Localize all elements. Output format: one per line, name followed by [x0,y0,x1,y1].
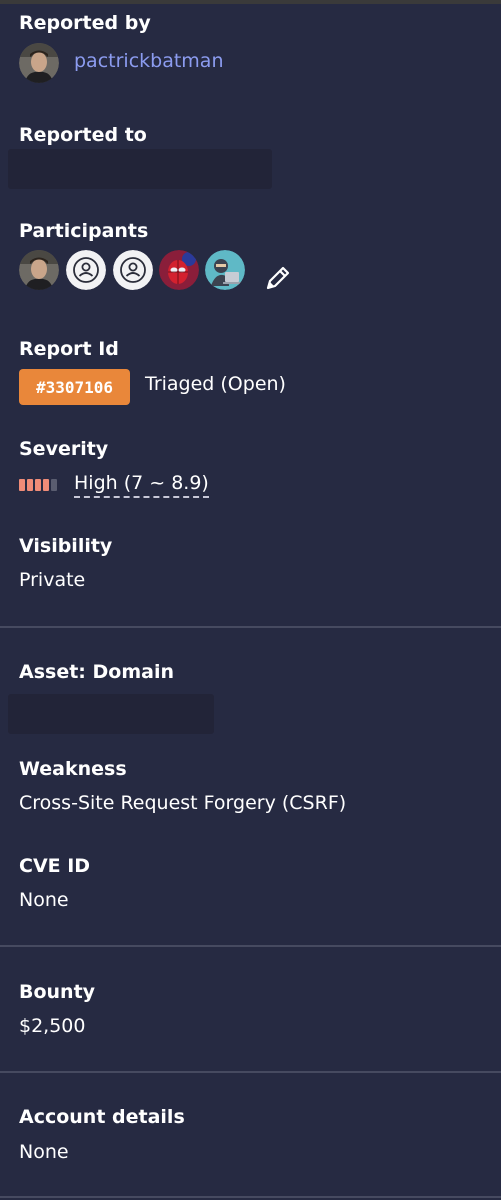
hacker-avatar[interactable] [205,250,245,290]
severity-segment-filled [27,479,33,491]
visibility-label: Visibility [19,535,113,557]
cve-id-label: CVE ID [19,855,91,877]
account-details-label: Account details [19,1106,185,1128]
weakness-label: Weakness [19,758,127,780]
severity-segment-empty [51,479,57,491]
report-id-label: Report Id [19,338,119,360]
redacted-program-name [8,149,272,189]
top-edge [0,0,501,4]
participant-avatar-photo[interactable] [19,250,59,290]
account-details-value: None [19,1141,69,1163]
reported-to-label: Reported to [19,124,147,146]
reported-by-label: Reported by [19,12,151,34]
section-divider [0,1196,501,1198]
cve-id-value: None [19,889,69,911]
severity-segment-filled [19,479,25,491]
severity-meter [19,479,60,491]
spider-man-avatar[interactable] [159,250,199,290]
reporter-username-link[interactable]: pactrickbatman [74,50,224,72]
severity-label: Severity [19,438,109,460]
section-divider [0,945,501,947]
section-divider [0,1071,501,1073]
report-id-badge[interactable]: #3307106 [19,369,130,405]
severity-rating[interactable]: High (7 ~ 8.9) [74,472,209,498]
default-user-icon[interactable] [66,250,106,290]
default-user-icon[interactable] [113,250,153,290]
severity-segment-filled [35,479,41,491]
visibility-value: Private [19,569,86,591]
pencil-icon[interactable] [262,262,294,294]
severity-segment-filled [43,479,49,491]
reporter-avatar[interactable] [19,43,59,83]
participants-label: Participants [19,220,149,242]
bounty-label: Bounty [19,981,96,1003]
report-state: Triaged (Open) [145,373,286,395]
section-divider [0,626,501,628]
redacted-asset-domain [8,694,214,734]
asset-label: Asset: Domain [19,661,174,683]
bounty-value: $2,500 [19,1015,86,1037]
weakness-value: Cross-Site Request Forgery (CSRF) [19,792,347,814]
